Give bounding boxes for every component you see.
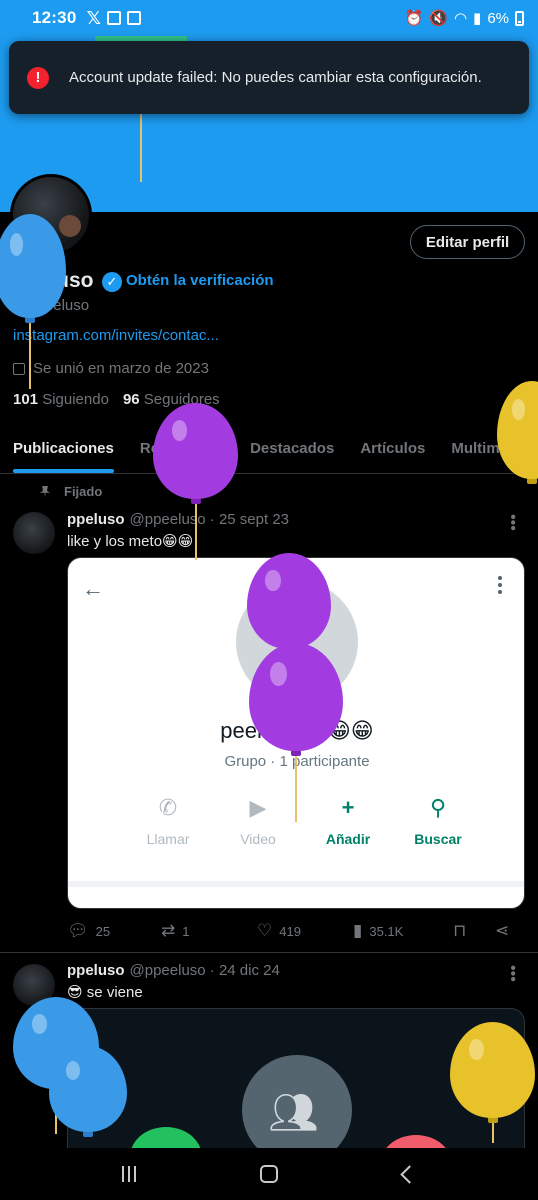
- verified-badge-icon[interactable]: ✓: [102, 272, 122, 292]
- retweet-icon: ⇄: [161, 921, 176, 940]
- back-button[interactable]: [400, 1164, 419, 1184]
- tab-articulos[interactable]: Artículos: [347, 426, 438, 473]
- heart-icon: ♡: [257, 921, 273, 940]
- tweet-actions: 💬︎ 25 ⇄ 1 ♡ 419 ▮ 35.1K ⊓ ⋖: [67, 921, 517, 941]
- error-icon: !: [27, 66, 49, 89]
- following-link[interactable]: 101 Siguiendo: [13, 391, 109, 408]
- reply-icon: 💬︎: [67, 921, 89, 940]
- balloon-blue: [0, 214, 66, 389]
- like-button[interactable]: ♡ 419: [257, 921, 353, 941]
- status-time: 12:30: [32, 8, 77, 27]
- status-bar: 12:30 𝕏 ⏰ 🔇 ◠ ▮ 6%: [0, 0, 538, 36]
- tweet-meta: @ppeeluso · 24 dic 24: [129, 962, 280, 979]
- tweet-separator: [0, 952, 538, 953]
- balloon-purple: [153, 403, 238, 560]
- signal-icon: ▮: [473, 10, 482, 27]
- battery-percent: 6%: [487, 9, 509, 27]
- mute-icon: 🔇: [429, 10, 448, 27]
- menu-dots-icon: [498, 576, 502, 597]
- phone-icon: ✆: [158, 795, 178, 820]
- tab-publicaciones[interactable]: Publicaciones: [0, 426, 127, 473]
- more-options-icon[interactable]: •••: [504, 514, 521, 531]
- battery-icon: [515, 10, 524, 26]
- error-toast[interactable]: ! Account update failed: No puedes cambi…: [9, 41, 529, 114]
- notification-icon: [107, 11, 121, 25]
- balloon-yellow: [450, 1022, 535, 1143]
- views-button[interactable]: ▮ 35.1K: [353, 921, 453, 941]
- call-action: ✆ Llamar: [128, 795, 208, 847]
- retweet-button[interactable]: ⇄ 1: [161, 921, 257, 941]
- share-button[interactable]: ⋖: [495, 921, 509, 941]
- tweet-author-name[interactable]: ppeluso: [67, 511, 125, 528]
- profile-tabs: Publicaciones Respuestas Destacados Artí…: [0, 426, 538, 474]
- tweet-header: ppeluso @ppeeluso · 24 dic 24: [67, 962, 280, 979]
- more-options-icon[interactable]: •••: [504, 965, 521, 982]
- views-icon: ▮: [353, 921, 363, 940]
- recents-button[interactable]: [122, 1166, 137, 1182]
- alarm-icon: ⏰: [404, 10, 424, 27]
- wifi-icon: ◠: [453, 10, 468, 27]
- balloon-purple: [249, 643, 343, 822]
- get-verified-link[interactable]: Obtén la verificación: [126, 272, 274, 289]
- home-button[interactable]: [260, 1165, 279, 1183]
- tweet-author-name[interactable]: ppeluso: [67, 962, 125, 979]
- reply-button[interactable]: 💬︎ 25: [67, 921, 161, 941]
- toast-message: Account update failed: No puedes cambiar…: [69, 69, 482, 86]
- search-action: ⚲ Buscar: [398, 795, 478, 847]
- tweet-avatar[interactable]: [13, 512, 55, 554]
- balloon-blue: [49, 1046, 127, 1137]
- share-icon: ⋖: [495, 921, 510, 940]
- check-notification-icon: [127, 11, 141, 25]
- bookmark-button[interactable]: ⊓: [453, 921, 495, 941]
- x-app-icon: 𝕏: [86, 7, 101, 28]
- group-icon: 👥︎: [268, 1091, 319, 1135]
- balloon-string: [140, 104, 142, 182]
- media-divider: [68, 881, 524, 887]
- back-arrow-icon: ←: [82, 576, 104, 601]
- pin-icon: [40, 485, 50, 498]
- balloon-yellow: [497, 381, 538, 484]
- search-icon: ⚲: [429, 795, 447, 820]
- system-nav-bar: [0, 1148, 538, 1200]
- tab-destacados[interactable]: Destacados: [237, 426, 347, 473]
- pinned-label: Fijado: [40, 484, 102, 499]
- edit-profile-button[interactable]: Editar perfil: [410, 225, 525, 259]
- bookmark-icon: ⊓: [453, 921, 467, 940]
